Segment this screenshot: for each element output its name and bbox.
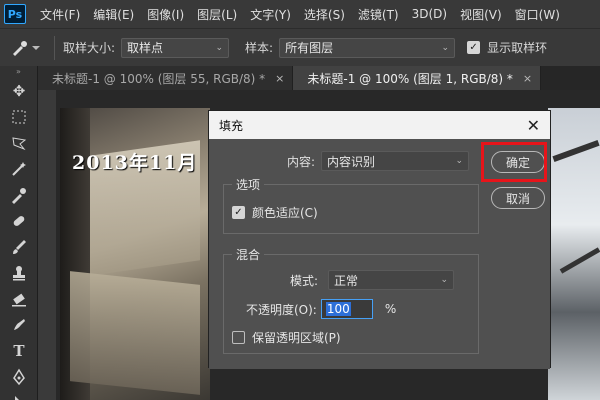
menu-3d[interactable]: 3D(D) xyxy=(412,7,447,21)
opacity-input[interactable]: 100 xyxy=(320,299,373,319)
healing-brush-icon xyxy=(13,216,25,226)
chevron-down-icon: ⌄ xyxy=(455,156,464,166)
close-icon[interactable]: × xyxy=(275,72,284,85)
content-value: 内容识别 xyxy=(327,154,376,169)
document-tabs: 未标题-1 @ 100% (图层 55, RGB/8) * × 未标题-1 @ … xyxy=(38,66,600,90)
arrow-icon xyxy=(15,396,19,400)
brush-tool[interactable] xyxy=(0,234,38,260)
mode-label: 模式: xyxy=(290,273,319,288)
move-tool[interactable]: ✥ xyxy=(0,78,38,104)
vertical-ruler xyxy=(38,90,56,400)
stamp-icon xyxy=(13,266,25,281)
photoshop-logo: Ps xyxy=(4,4,26,24)
separator xyxy=(54,35,55,60)
dialog-titlebar[interactable]: 填充 ✕ xyxy=(209,111,550,139)
dialog-body: 内容: 内容识别 ⌄ 选项 ✓ 颜色适应(C) 混合 模式: 正常 ⌄ 不透明度… xyxy=(209,139,550,369)
dialog-title: 填充 xyxy=(219,118,244,133)
fill-dialog: 填充 ✕ 内容: 内容识别 ⌄ 选项 ✓ 颜色适应(C) 混合 模式: 正常 ⌄ xyxy=(208,110,551,369)
eraser-tool[interactable] xyxy=(0,286,38,312)
tab-document-1[interactable]: 未标题-1 @ 100% (图层 55, RGB/8) * × xyxy=(38,66,294,90)
sample-select[interactable]: 所有图层 ⌄ xyxy=(279,37,456,58)
options-group: 选项 ✓ 颜色适应(C) xyxy=(223,176,479,234)
content-row: 内容: 内容识别 ⌄ xyxy=(287,151,470,171)
chevron-down-icon: ⌄ xyxy=(215,42,224,53)
lasso-tool[interactable] xyxy=(0,130,38,156)
tab-document-2[interactable]: 未标题-1 @ 100% (图层 1, RGB/8) * × xyxy=(293,66,542,90)
chevron-down-icon: ⌄ xyxy=(440,275,449,285)
preserve-transparency-row[interactable]: 保留透明区域(P) xyxy=(232,329,341,346)
chevron-down-icon: ⌄ xyxy=(441,42,450,53)
marquee-tool[interactable] xyxy=(0,104,38,130)
type-tool[interactable]: T xyxy=(0,338,38,364)
sample-size-label: 取样大小: xyxy=(63,41,116,55)
show-ring-checkbox[interactable]: ✓ xyxy=(467,41,481,54)
marquee-icon xyxy=(12,110,26,124)
collapse-icon[interactable]: » xyxy=(0,66,37,78)
preserve-transparency-label: 保留透明区域(P) xyxy=(252,331,341,345)
eyedropper-icon xyxy=(13,40,40,56)
sample-value: 所有图层 xyxy=(285,41,334,55)
smudge-icon xyxy=(14,319,25,330)
highlight-box xyxy=(481,142,547,182)
mode-select[interactable]: 正常 ⌄ xyxy=(328,270,455,290)
sample-size-value: 取样点 xyxy=(127,41,164,55)
eyedropper-icon xyxy=(12,188,26,204)
opacity-row: 不透明度(O): 100 % xyxy=(246,299,396,319)
pen-icon xyxy=(13,368,25,386)
menu-file[interactable]: 文件(F) xyxy=(40,6,80,23)
content-label: 内容: xyxy=(287,154,316,169)
opacity-value: 100 xyxy=(325,302,351,316)
blend-group: 混合 模式: 正常 ⌄ 不透明度(O): 100 % 保留透明区域(P) xyxy=(223,246,479,354)
options-group-title: 选项 xyxy=(232,176,265,193)
menu-filter[interactable]: 滤镜(T) xyxy=(358,6,399,23)
tools-panel: » ✥ T xyxy=(0,66,38,400)
eyedropper-tool-preset[interactable] xyxy=(10,36,46,60)
lasso-icon xyxy=(12,137,27,151)
magic-wand-tool[interactable] xyxy=(0,156,38,182)
menu-bar: Ps 文件(F) 编辑(E) 图像(I) 图层(L) 文字(Y) 选择(S) 滤… xyxy=(0,0,600,28)
mode-value: 正常 xyxy=(334,273,359,288)
color-adapt-row[interactable]: ✓ 颜色适应(C) xyxy=(232,204,318,221)
image-box xyxy=(70,271,200,395)
opacity-label: 不透明度(O): xyxy=(246,302,317,317)
image-timestamp: 2013年11月 xyxy=(72,152,198,174)
path-selection-tool[interactable] xyxy=(0,390,38,400)
cancel-button[interactable]: 取消 xyxy=(491,187,545,209)
menu-window[interactable]: 窗口(W) xyxy=(515,6,560,23)
magic-wand-icon xyxy=(12,162,26,176)
eyedropper-tool[interactable] xyxy=(0,182,38,208)
healing-brush-tool[interactable] xyxy=(0,208,38,234)
image-rail xyxy=(552,139,600,163)
opacity-unit: % xyxy=(384,302,397,316)
color-adapt-checkbox[interactable]: ✓ xyxy=(232,206,245,219)
menu-select[interactable]: 选择(S) xyxy=(304,6,345,23)
image-rail xyxy=(559,247,600,274)
menu-layer[interactable]: 图层(L) xyxy=(197,6,237,23)
menu-image[interactable]: 图像(I) xyxy=(147,6,184,23)
close-icon[interactable]: × xyxy=(523,72,532,85)
sample-label: 样本: xyxy=(245,41,274,55)
show-ring-label: 显示取样环 xyxy=(487,41,548,55)
menu-edit[interactable]: 编辑(E) xyxy=(93,6,134,23)
tab-label: 未标题-1 @ 100% (图层 55, RGB/8) * xyxy=(52,71,266,86)
stamp-tool[interactable] xyxy=(0,260,38,286)
move-icon: ✥ xyxy=(12,82,26,100)
blend-group-title: 混合 xyxy=(232,246,265,263)
mode-row: 模式: 正常 ⌄ xyxy=(290,270,455,290)
close-icon[interactable]: ✕ xyxy=(527,116,540,135)
content-select[interactable]: 内容识别 ⌄ xyxy=(321,151,470,171)
pen-tool[interactable] xyxy=(0,364,38,390)
color-adapt-label: 颜色适应(C) xyxy=(252,206,318,220)
tab-label: 未标题-1 @ 100% (图层 1, RGB/8) * xyxy=(307,71,513,86)
type-icon: T xyxy=(13,342,25,360)
eraser-icon xyxy=(12,293,26,307)
preserve-transparency-checkbox[interactable] xyxy=(232,331,245,344)
sample-size-select[interactable]: 取样点 ⌄ xyxy=(121,37,230,58)
menu-view[interactable]: 视图(V) xyxy=(460,6,502,23)
brush-icon xyxy=(13,240,26,254)
options-bar: 取样大小: 取样点 ⌄ 样本: 所有图层 ⌄ ✓ 显示取样环 xyxy=(0,28,600,66)
canvas-image-right[interactable] xyxy=(548,108,600,400)
menu-type[interactable]: 文字(Y) xyxy=(250,6,291,23)
smudge-tool[interactable] xyxy=(0,312,38,338)
